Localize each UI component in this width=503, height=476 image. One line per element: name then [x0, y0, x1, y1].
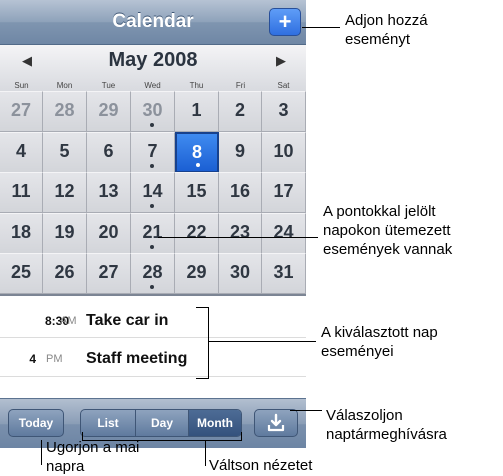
weekday-label: Thu	[189, 81, 204, 90]
callout-line-today	[41, 440, 42, 465]
event-ampm: PM	[46, 353, 63, 365]
callout-bracket-events-top	[196, 307, 209, 308]
invitation-button[interactable]	[254, 409, 298, 437]
calendar-app: Calendar + ◀ May 2008 ▶ Sun Mon Tue Wed …	[0, 0, 306, 448]
calendar-day[interactable]: 29	[175, 253, 219, 295]
weekday-label: Wed	[144, 81, 161, 90]
add-event-button[interactable]: +	[269, 8, 301, 36]
tab-month[interactable]: Month	[189, 410, 241, 436]
tab-day[interactable]: Day	[136, 410, 188, 436]
view-switcher: List Day Month	[80, 409, 242, 437]
calendar-day[interactable]: 7	[131, 131, 175, 173]
calendar-day[interactable]: 31	[262, 253, 306, 295]
tab-list[interactable]: List	[81, 410, 135, 436]
calendar-day[interactable]: 23	[219, 212, 262, 254]
calendar-day[interactable]: 4	[0, 131, 43, 173]
calendar-day[interactable]: 28	[43, 91, 87, 132]
callout-line-add	[302, 27, 340, 28]
calendar-day[interactable]: 24	[262, 212, 306, 254]
calendar-day[interactable]: 10	[262, 131, 306, 173]
page-title: Calendar	[112, 11, 194, 32]
month-grid: 27 28 29 30 1 2 3 4 5 6 7 8 9 10 11 12 13 14 15 16 17 18 19 20 2…	[0, 91, 306, 295]
calendar-day[interactable]: 3	[262, 91, 306, 132]
callout-add-event: Adjon hozzá eseményt	[345, 12, 428, 48]
divider	[0, 376, 306, 377]
event-time: 4	[29, 352, 36, 366]
event-item[interactable]: 8:30 AM Take car in	[0, 304, 306, 337]
callout-bracket-events-bottom	[196, 378, 209, 379]
event-title: Take car in	[86, 312, 169, 329]
callout-bracket-events	[208, 307, 209, 379]
calendar-day[interactable]: 9	[219, 131, 262, 173]
calendar-day[interactable]: 2	[219, 91, 262, 132]
callout-jump-today: Ugorjon a mai napra	[46, 439, 140, 475]
event-dot	[196, 162, 200, 167]
download-icon	[267, 413, 285, 432]
calendar-day[interactable]: 28	[131, 253, 175, 295]
calendar-day[interactable]: 27	[0, 91, 43, 132]
event-dot	[150, 285, 154, 290]
weekday-label: Tue	[101, 81, 116, 90]
event-ampm: AM	[60, 315, 77, 327]
calendar-day[interactable]: 16	[219, 172, 262, 214]
callout-line-view	[205, 440, 206, 466]
callout-line-reply	[290, 410, 322, 411]
calendar-day[interactable]: 20	[87, 212, 131, 254]
event-title: Staff meeting	[86, 350, 188, 367]
event-dot	[150, 163, 154, 168]
calendar-day[interactable]: 19	[43, 212, 87, 254]
callout-line-dots	[158, 237, 318, 238]
calendar-day[interactable]: 15	[175, 172, 219, 214]
calendar-day[interactable]: 18	[0, 212, 43, 254]
divider	[0, 337, 306, 338]
calendar-day[interactable]: 14	[131, 172, 175, 214]
callout-bracket-view-right	[241, 432, 242, 441]
weekday-label: Fri	[235, 81, 246, 90]
calendar-day[interactable]: 12	[43, 172, 87, 214]
event-list: 8:30 AM Take car in 4 PM Staff meeting	[0, 294, 306, 400]
calendar-day[interactable]: 5	[43, 131, 87, 173]
next-month-button[interactable]: ▶	[276, 53, 286, 69]
callout-dotted-days: A pontokkal jelölt napokon ütemezett ese…	[323, 203, 453, 258]
calendar-day[interactable]: 8	[175, 131, 219, 173]
calendar-day[interactable]: 29	[87, 91, 131, 132]
weekday-label: Sun	[14, 81, 29, 90]
callout-line-selected	[208, 341, 316, 342]
calendar-day[interactable]: 21	[131, 212, 175, 254]
calendar-day[interactable]: 17	[262, 172, 306, 214]
event-dot	[150, 244, 154, 249]
calendar-day[interactable]: 30	[131, 91, 175, 132]
calendar-day[interactable]: 11	[0, 172, 43, 214]
callout-switch-view: Váltson nézetet	[209, 457, 313, 474]
calendar-day[interactable]: 1	[175, 91, 219, 132]
calendar-day[interactable]: 22	[175, 212, 219, 254]
callout-selected-day-events: A kiválasztott nap eseményei	[321, 324, 438, 360]
month-header: ◀ May 2008 ▶ Sun Mon Tue Wed Thu Fri Sat	[0, 45, 306, 91]
calendar-day[interactable]: 6	[87, 131, 131, 173]
weekday-label: Sat	[277, 81, 290, 90]
calendar-day[interactable]: 27	[87, 253, 131, 295]
calendar-day[interactable]: 25	[0, 253, 43, 295]
today-button[interactable]: Today	[8, 409, 64, 437]
event-dot	[150, 204, 154, 209]
month-title: May 2008	[108, 49, 198, 71]
calendar-day[interactable]: 26	[43, 253, 87, 295]
nav-bar: Calendar +	[0, 0, 306, 45]
event-dot	[150, 123, 154, 127]
calendar-day[interactable]: 13	[87, 172, 131, 214]
callout-reply-invitation: Válaszoljon naptármeghívásra	[326, 407, 447, 443]
event-item[interactable]: 4 PM Staff meeting	[0, 342, 306, 375]
calendar-day[interactable]: 30	[219, 253, 262, 295]
weekday-label: Mon	[56, 81, 73, 90]
